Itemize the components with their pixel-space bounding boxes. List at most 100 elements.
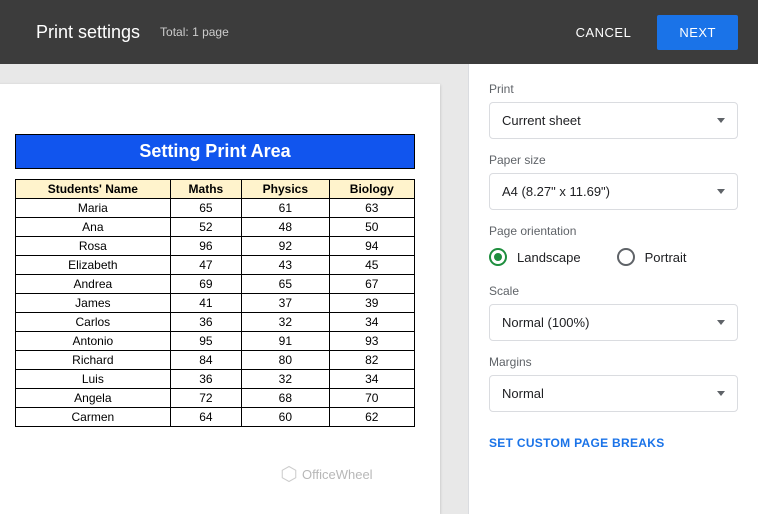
chevron-down-icon [717,391,725,396]
cell-biology: 67 [329,275,414,294]
table-row: Maria656163 [16,199,415,218]
cell-physics: 61 [242,199,329,218]
cell-biology: 82 [329,351,414,370]
cell-physics: 92 [242,237,329,256]
cell-physics: 37 [242,294,329,313]
cell-biology: 94 [329,237,414,256]
cell-maths: 36 [170,370,241,389]
print-preview-area: Setting Print Area Students' Name Maths … [0,64,468,514]
table-header-row: Students' Name Maths Physics Biology [16,180,415,199]
landscape-label: Landscape [517,250,581,265]
cell-biology: 39 [329,294,414,313]
cell-name: Angela [16,389,171,408]
table-row: Luis363234 [16,370,415,389]
cell-maths: 64 [170,408,241,427]
table-row: Angela726870 [16,389,415,408]
cell-name: Richard [16,351,171,370]
cell-biology: 45 [329,256,414,275]
scale-value: Normal (100%) [502,315,589,330]
cell-biology: 63 [329,199,414,218]
cell-maths: 36 [170,313,241,332]
col-physics: Physics [242,180,329,199]
margins-label: Margins [489,355,738,369]
table-row: Carlos363234 [16,313,415,332]
cell-physics: 91 [242,332,329,351]
cell-maths: 72 [170,389,241,408]
cell-physics: 43 [242,256,329,275]
cell-name: Antonio [16,332,171,351]
col-biology: Biology [329,180,414,199]
cell-name: Ana [16,218,171,237]
cell-physics: 80 [242,351,329,370]
print-value: Current sheet [502,113,581,128]
cell-maths: 47 [170,256,241,275]
cell-name: Maria [16,199,171,218]
orientation-landscape-radio[interactable]: Landscape [489,248,581,266]
cell-name: Luis [16,370,171,389]
watermark-text: OfficeWheel [302,467,373,482]
cell-maths: 96 [170,237,241,256]
watermark: OfficeWheel [280,465,373,483]
cell-name: Rosa [16,237,171,256]
cell-maths: 65 [170,199,241,218]
print-select[interactable]: Current sheet [489,102,738,139]
paper-value: A4 (8.27" x 11.69") [502,184,610,199]
cell-physics: 65 [242,275,329,294]
cell-name: Carlos [16,313,171,332]
custom-page-breaks-button[interactable]: SET CUSTOM PAGE BREAKS [489,436,665,450]
table-row: Rosa969294 [16,237,415,256]
cell-biology: 50 [329,218,414,237]
cell-name: Carmen [16,408,171,427]
cell-physics: 48 [242,218,329,237]
margins-select[interactable]: Normal [489,375,738,412]
cell-maths: 84 [170,351,241,370]
radio-selected-icon [489,248,507,266]
portrait-label: Portrait [645,250,687,265]
cell-name: James [16,294,171,313]
cell-physics: 32 [242,313,329,332]
table-row: Carmen646062 [16,408,415,427]
chevron-down-icon [717,320,725,325]
paper-size-select[interactable]: A4 (8.27" x 11.69") [489,173,738,210]
orientation-label: Page orientation [489,224,738,238]
settings-sidebar: Print Current sheet Paper size A4 (8.27"… [468,64,758,514]
scale-label: Scale [489,284,738,298]
cell-maths: 41 [170,294,241,313]
margins-value: Normal [502,386,544,401]
cell-biology: 34 [329,313,414,332]
cell-biology: 62 [329,408,414,427]
paper-label: Paper size [489,153,738,167]
table-row: Andrea696567 [16,275,415,294]
wheel-icon [280,465,298,483]
scale-select[interactable]: Normal (100%) [489,304,738,341]
orientation-portrait-radio[interactable]: Portrait [617,248,687,266]
col-name: Students' Name [16,180,171,199]
cell-name: Elizabeth [16,256,171,275]
header-bar: Print settings Total: 1 page CANCEL NEXT [0,0,758,64]
preview-page: Setting Print Area Students' Name Maths … [0,84,440,514]
print-label: Print [489,82,738,96]
table-row: James413739 [16,294,415,313]
table-row: Ana524850 [16,218,415,237]
cell-biology: 34 [329,370,414,389]
cell-name: Andrea [16,275,171,294]
preview-table: Students' Name Maths Physics Biology Mar… [15,179,415,427]
cell-physics: 32 [242,370,329,389]
table-row: Richard848082 [16,351,415,370]
cell-biology: 93 [329,332,414,351]
page-title: Print settings [36,22,140,43]
cancel-button[interactable]: CANCEL [558,15,650,50]
cell-maths: 69 [170,275,241,294]
col-maths: Maths [170,180,241,199]
preview-banner: Setting Print Area [15,134,415,169]
page-total: Total: 1 page [160,25,229,39]
next-button[interactable]: NEXT [657,15,738,50]
cell-maths: 52 [170,218,241,237]
chevron-down-icon [717,118,725,123]
cell-maths: 95 [170,332,241,351]
chevron-down-icon [717,189,725,194]
cell-physics: 68 [242,389,329,408]
table-row: Elizabeth474345 [16,256,415,275]
cell-physics: 60 [242,408,329,427]
cell-biology: 70 [329,389,414,408]
